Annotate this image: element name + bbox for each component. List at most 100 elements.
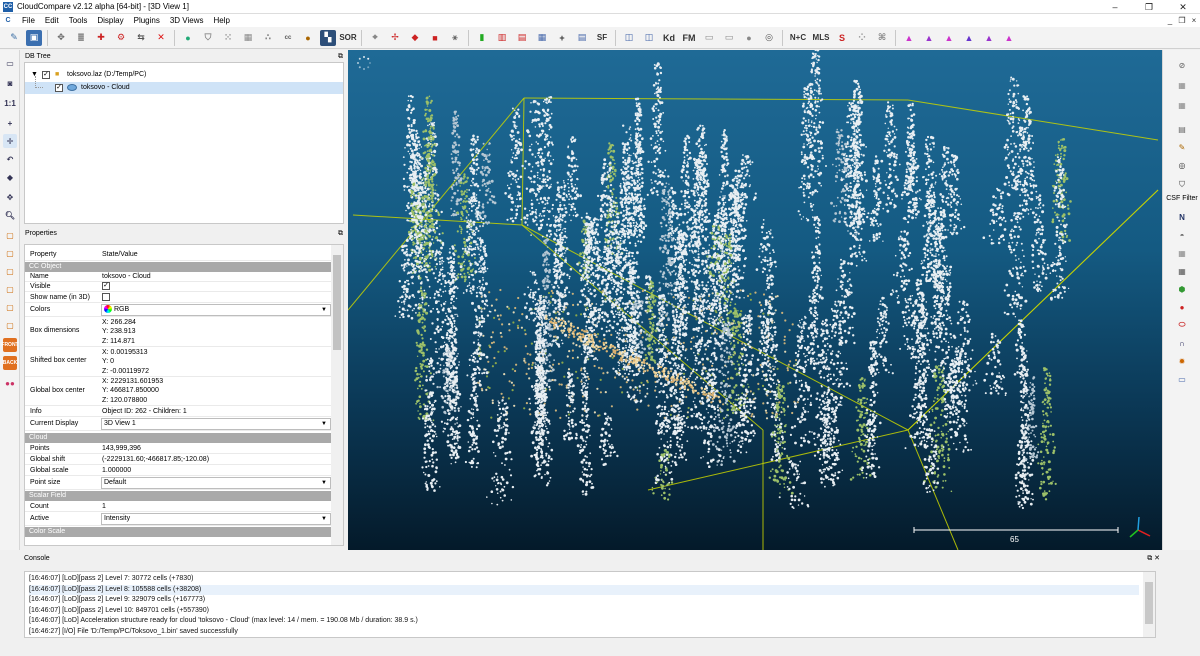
view-front-icon[interactable]: ▢ xyxy=(3,246,17,260)
minimize-button[interactable]: – xyxy=(1098,0,1132,14)
brush-icon[interactable]: ✎ xyxy=(1175,140,1189,154)
visible-checkbox[interactable]: ✓ xyxy=(102,282,110,291)
canupo-classify-icon[interactable]: ◫ xyxy=(641,30,657,46)
perspective-icon[interactable]: ◆ xyxy=(3,170,17,184)
console-controls[interactable]: ⧉ ✕ xyxy=(1147,553,1160,565)
clapper-icon[interactable]: ▤ xyxy=(1175,122,1189,136)
camera-icon[interactable]: ◆ xyxy=(407,30,423,46)
rotate-pivot-icon[interactable]: ↶ xyxy=(3,152,17,166)
menu-help[interactable]: Help xyxy=(209,14,235,27)
pick-icon[interactable]: ⌖ xyxy=(367,30,383,46)
edl-icon[interactable]: ● xyxy=(741,30,757,46)
sample-icon[interactable]: ● xyxy=(180,30,196,46)
compass-plugin-icon[interactable]: ◎ xyxy=(1175,158,1189,172)
checker-icon[interactable]: ▚ xyxy=(320,29,336,46)
sample-points-icon[interactable]: ⁘ xyxy=(854,30,870,46)
view-bottom-icon[interactable]: ▢ xyxy=(3,318,17,332)
csf-shield-icon[interactable]: ⛉ xyxy=(1175,178,1189,192)
shader-icon[interactable]: ◎ xyxy=(761,30,777,46)
mdi-close-button[interactable]: × xyxy=(1188,16,1200,25)
cc-icon[interactable]: ᶜᶜ xyxy=(280,30,296,46)
kd-icon[interactable]: Kd xyxy=(661,30,677,46)
pivot-icon[interactable]: ✢ xyxy=(387,30,403,46)
axis-icon[interactable]: ⚹ xyxy=(447,30,463,46)
tree-checkbox[interactable]: ✓ xyxy=(55,84,63,92)
color-scale-4-icon[interactable]: ▲ xyxy=(961,30,977,46)
console-scrollbar[interactable] xyxy=(1143,572,1155,637)
menu-edit[interactable]: Edit xyxy=(40,14,64,27)
view-back-icon[interactable]: ▢ xyxy=(3,300,17,314)
mdi-restore-button[interactable]: ❐ xyxy=(1176,16,1188,25)
save-icon[interactable]: ▣ xyxy=(26,29,42,46)
menu-3d-views[interactable]: 3D Views xyxy=(165,14,209,27)
point-cloud-scene[interactable] xyxy=(348,50,1162,550)
north-arrow-icon[interactable]: N xyxy=(1175,210,1189,224)
view-iso2-icon[interactable]: BACK xyxy=(3,356,17,370)
fm-icon[interactable]: FM xyxy=(681,30,697,46)
layer-icon[interactable]: ▭ xyxy=(1175,372,1189,386)
menu-tools[interactable]: Tools xyxy=(64,14,93,27)
sf-filter-icon[interactable]: ▥ xyxy=(494,30,510,46)
translate-rotate-icon[interactable]: ✥ xyxy=(53,30,69,46)
maximize-button[interactable]: ❐ xyxy=(1132,0,1166,14)
color-scale-6-icon[interactable]: ▲ xyxy=(1001,30,1017,46)
rgb-filter-icon[interactable]: ● xyxy=(1175,300,1189,314)
tree-item-file[interactable]: ▼ ✓ ■ toksovo.laz (D:/Temp/PC) xyxy=(25,69,343,81)
current-display-dropdown[interactable]: 3D View 1 ▼ xyxy=(101,418,331,430)
ransac-icon[interactable]: ▦ xyxy=(1175,264,1189,278)
point-size-dropdown[interactable]: Default ▼ xyxy=(101,477,331,489)
pivot-center-icon[interactable]: + xyxy=(3,116,17,130)
ssao-icon[interactable]: ▭ xyxy=(721,30,737,46)
sor-icon[interactable]: SOR xyxy=(339,30,356,46)
compass-icon[interactable]: ⌘ xyxy=(874,30,890,46)
prop-name-value[interactable]: toksovo - Cloud xyxy=(102,272,151,282)
noise-icon[interactable]: ∴ xyxy=(260,30,276,46)
view-right-icon[interactable]: ▢ xyxy=(3,282,17,296)
subsample-icon[interactable]: ⁙ xyxy=(220,30,236,46)
color-scale-2-icon[interactable]: ▲ xyxy=(921,30,937,46)
merge-icon[interactable]: ⚙ xyxy=(113,30,129,46)
menu-display[interactable]: Display xyxy=(92,14,128,27)
sphere-icon[interactable]: ● xyxy=(300,30,316,46)
active-sf-dropdown[interactable]: Intensity ▼ xyxy=(101,513,331,525)
menu-file[interactable]: File xyxy=(17,14,40,27)
show-name-checkbox[interactable] xyxy=(102,293,110,302)
color-scale-5-icon[interactable]: ▲ xyxy=(981,30,997,46)
sf-arith-icon[interactable]: ▦ xyxy=(534,30,550,46)
color-scale-3-icon[interactable]: ▲ xyxy=(941,30,957,46)
arch-icon[interactable]: ∩ xyxy=(1175,336,1189,350)
density-icon[interactable]: ▦ xyxy=(240,30,256,46)
screenshot-icon[interactable]: ◙ xyxy=(3,76,17,90)
bomb-icon[interactable]: ✹ xyxy=(1175,354,1189,368)
menu-plugins[interactable]: Plugins xyxy=(129,14,165,27)
edl-filter-icon[interactable]: ▦ xyxy=(1175,78,1189,92)
disable-icon[interactable]: ⊘ xyxy=(1175,58,1189,72)
stereo-icon[interactable]: ●● xyxy=(3,376,17,390)
tree-checkbox[interactable]: ✓ xyxy=(42,71,50,79)
close-window-button[interactable]: ✕ xyxy=(1166,0,1200,14)
pan-icon[interactable]: ✥ xyxy=(3,190,17,204)
plane-icon[interactable]: ■ xyxy=(427,30,443,46)
sf-list-icon[interactable]: ▤ xyxy=(574,30,590,46)
3d-view[interactable]: 65 xyxy=(348,50,1162,550)
open-icon[interactable]: ✎ xyxy=(6,30,22,46)
delete-icon[interactable]: ✕ xyxy=(153,30,169,46)
s-icon[interactable]: S xyxy=(834,30,850,46)
auto-pivot-icon[interactable]: ✛ xyxy=(3,134,17,148)
sf-gradient-icon[interactable]: ▤ xyxy=(514,30,530,46)
scroll-thumb[interactable] xyxy=(333,255,341,350)
swap-icon[interactable]: ⇆ xyxy=(133,30,149,46)
view-top-icon[interactable]: ▢ xyxy=(3,228,17,242)
pcv-icon[interactable]: ▦ xyxy=(1175,246,1189,260)
sf-icon[interactable]: SF xyxy=(594,30,610,46)
view-iso1-icon[interactable]: FRONT xyxy=(1,338,19,352)
add-sf-icon[interactable]: + xyxy=(554,30,570,46)
mdi-minimize-button[interactable]: _ xyxy=(1164,16,1176,25)
mls-icon[interactable]: MLS xyxy=(812,30,830,46)
colors-dropdown[interactable]: RGB ▼ xyxy=(101,304,331,316)
color-scale-1-icon[interactable]: ▲ xyxy=(901,30,917,46)
histogram-icon[interactable]: ▮ xyxy=(474,30,490,46)
ellipse-icon[interactable]: ⬭ xyxy=(1175,318,1189,332)
properties-float-button[interactable]: ⧉ xyxy=(338,228,343,239)
qsrf-icon[interactable]: ⬢ xyxy=(1175,282,1189,296)
